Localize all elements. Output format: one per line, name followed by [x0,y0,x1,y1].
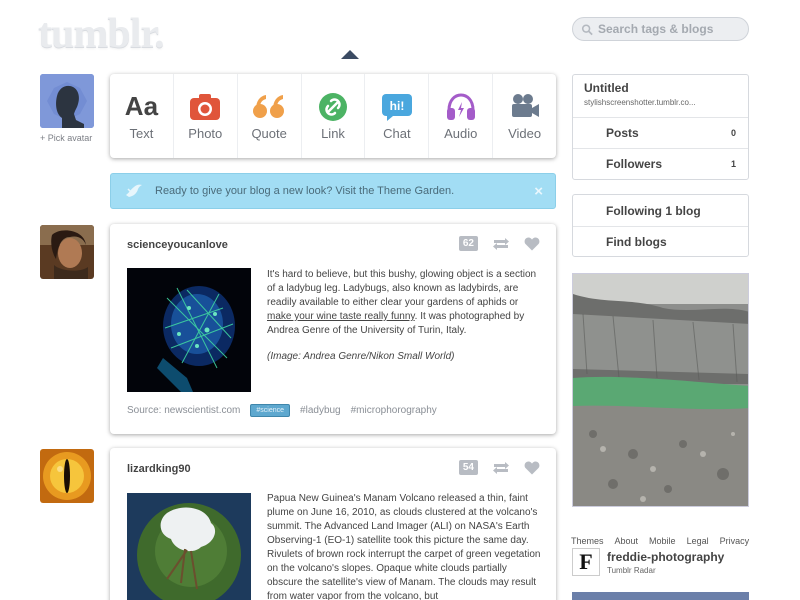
posts-count: 0 [730,128,736,138]
footer-link-mobile[interactable]: Mobile [649,536,676,546]
search-icon [581,23,593,35]
sidebar-item-label: Posts [606,126,639,140]
link-icon [318,92,348,122]
my-avatar[interactable] [40,74,94,128]
search-box[interactable] [572,17,749,41]
post-photo[interactable] [127,493,251,600]
note-count[interactable]: 54 [458,460,478,475]
post-type-label: Link [321,125,345,141]
post-caption: (Image: Andrea Genre/Nikon Small World) [267,351,455,362]
sidebar-item-find-blogs[interactable]: Find blogs [573,226,748,257]
post-card: scienceyoucanlove 62 It's hard to believ… [110,224,556,434]
post-tag[interactable]: #microphorography [351,405,437,416]
featured-tag-pill[interactable]: #science [250,404,291,417]
post-controls: 54 [458,460,540,475]
chat-icon: hi! [381,92,413,122]
close-icon[interactable]: × [534,183,543,200]
sidebar-item-label: Followers [606,157,663,171]
caret-up-icon [341,50,359,59]
footer-links: Themes About Mobile Legal Privacy [571,536,749,546]
video-camera-icon [509,92,541,122]
text-icon: Aa [124,91,159,121]
followers-count: 1 [730,159,736,169]
post-type-text[interactable]: Aa Text [110,74,174,158]
sidebar-item-posts[interactable]: Posts 0 [573,117,748,148]
headphones-icon [445,92,477,122]
post-type-label: Photo [188,125,223,141]
bird-icon [126,184,142,197]
post-body: Papua New Guinea's Manam Volcano release… [267,493,541,600]
camera-icon [189,92,221,122]
post-photo[interactable] [127,268,251,392]
post-inline-link[interactable]: make your wine taste really funny [267,311,415,322]
blog-avatar-lizardking90[interactable] [40,449,94,503]
post-type-label: Audio [444,125,478,141]
post-type-quote[interactable]: Quote [238,74,302,158]
post-type-label: Quote [251,125,287,141]
post-type-audio[interactable]: Audio [429,74,494,158]
portrait-image [40,225,94,279]
reblog-icon[interactable] [492,237,510,251]
heart-icon[interactable] [524,461,540,475]
default-avatar-silhouette-icon [40,74,94,128]
post-blog-name[interactable]: scienceyoucanlove [127,239,228,251]
footer-link-about[interactable]: About [615,536,639,546]
post-tag[interactable]: #ladybug [300,405,341,416]
post-type-chat[interactable]: hi! Chat [365,74,430,158]
lizard-eye-image [40,449,94,503]
post-controls: 62 [458,236,540,251]
following-panel: Following 1 blog Find blogs [572,194,749,257]
sidebar-item-label: Find blogs [606,235,667,249]
post-type-label: Text [129,125,154,141]
tumblr-logo[interactable]: tumblr. [38,10,165,58]
post-blog-name[interactable]: lizardking90 [127,463,191,475]
svg-text:hi!: hi! [390,99,405,113]
post-type-link[interactable]: Link [302,74,366,158]
post-text-part: It's hard to believe, but this bushy, gl… [267,269,537,308]
glacier-lake-image [573,274,748,506]
radar-photo[interactable] [572,273,749,507]
sidebar-item-following[interactable]: Following 1 blog [573,195,748,226]
post-type-bar: Aa Text Photo Quote Link hi! Chat Audio … [110,74,556,158]
sidebar-item-followers[interactable]: Followers 1 [573,148,748,179]
post-body: It's hard to believe, but this bushy, gl… [267,268,543,364]
post-type-label: Chat [383,125,411,141]
blog-stats-panel: Untitled stylishscreenshotter.tumblr.co.… [572,74,749,180]
note-count[interactable]: 62 [458,236,478,251]
ladybug-leg-image [127,268,251,392]
theme-garden-banner[interactable]: Ready to give your blog a new look? Visi… [110,173,556,209]
footer-link-themes[interactable]: Themes [571,536,604,546]
theme-banner-text: Ready to give your blog a new look? Visi… [155,185,455,197]
pick-avatar-link[interactable]: + Pick avatar [40,133,92,143]
footer-link-legal[interactable]: Legal [687,536,709,546]
post-type-video[interactable]: Video [493,74,556,158]
reblog-icon[interactable] [492,461,510,475]
footer-link-privacy[interactable]: Privacy [720,536,750,546]
volcano-satellite-image [127,493,251,600]
search-input[interactable] [598,22,748,36]
blog-title: Untitled [584,81,629,95]
radar-label: Tumblr Radar [607,566,656,575]
blog-avatar-scienceyoucanlove[interactable] [40,225,94,279]
sidebar-item-label: Following 1 blog [606,203,701,218]
post-card: lizardking90 54 Papua New Guinea's Manam… [110,448,556,600]
tumblr-radar[interactable]: F freddie-photography Tumblr Radar [572,548,749,580]
post-source[interactable]: Source: newscientist.com [127,405,240,416]
post-footer: Source: newscientist.com #science #ladyb… [127,404,437,417]
blog-url: stylishscreenshotter.tumblr.co... [584,98,696,107]
radar-next-item [572,592,749,600]
post-type-label: Video [508,125,542,141]
radar-blog-name[interactable]: freddie-photography [607,550,724,564]
blog-title-block[interactable]: Untitled stylishscreenshotter.tumblr.co.… [573,75,748,117]
post-type-photo[interactable]: Photo [174,74,238,158]
radar-blog-avatar[interactable]: F [572,548,600,576]
heart-icon[interactable] [524,237,540,251]
quote-icon [252,92,286,122]
